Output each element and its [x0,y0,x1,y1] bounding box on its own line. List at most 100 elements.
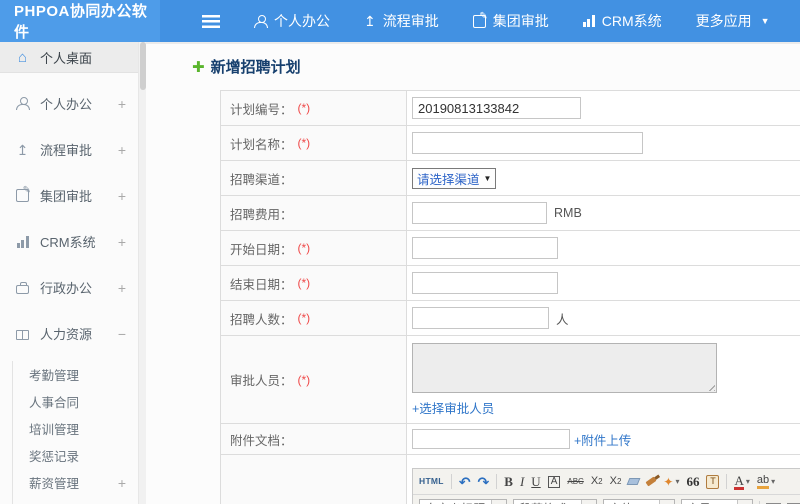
font-color-icon: A [734,472,744,490]
chevron-down-icon: ▼ [659,499,674,504]
form-row-plan-name: 计划名称： (*) [221,126,800,161]
font-family-dropdown[interactable]: 字体 ▼ [603,498,675,504]
sidebar-item-personal-desktop[interactable]: ⌂ 个人桌面 [0,42,138,73]
form-row-plan-no: 计划编号： (*) [221,91,800,126]
approver-textarea[interactable] [412,343,717,393]
sidebar-item-workflow-approval[interactable]: ↥ 流程审批 + [0,134,138,165]
sidebar-item-group-approval[interactable]: 集团审批 + [0,180,138,211]
form-row-headcount: 招聘人数： (*) 人 [221,301,800,336]
bar-chart-icon [582,15,595,27]
eraser-button[interactable] [626,478,641,485]
paragraph-format-dropdown[interactable]: 段落格式 ▼ [513,498,597,504]
sidebar-item-human-resources[interactable]: 人力资源 − [0,318,138,349]
form-row-attachment: 附件文档： +附件上传 [221,424,800,455]
field-label: 招聘人数： [230,312,293,327]
form-row-approver: 审批人员： (*) +选择审批人员 [221,336,800,424]
form-row-editor: HTML ↶ ↷ B I U A ABC X2 X 2 ✦ ▾ 66 T A ▾… [221,455,800,504]
nav-group-approval[interactable]: 集团审批 [472,11,549,31]
fee-input[interactable] [412,202,547,224]
nav-crm-system[interactable]: CRM系统 [582,11,662,31]
nav-more-apps[interactable]: 更多应用 ▼ [696,11,770,31]
collapse-icon[interactable]: − [118,326,126,342]
toolbar-separator [726,474,728,489]
sidebar-item-label: 招聘管理 [29,500,118,504]
sidebar-item-training[interactable]: 培训管理 [13,415,138,442]
sidebar: ⌂ 个人桌面 个人办公 + ↥ 流程审批 + 集团审批 + CRM系统 + 行政… [0,42,138,504]
field-label: 审批人员： [230,374,293,388]
paste-text-button[interactable]: T [706,474,720,489]
subscript-button[interactable]: X2 [610,476,622,487]
strikethrough-button[interactable]: ABC [567,477,583,486]
hamburger-menu-icon[interactable] [202,14,220,28]
nav-personal-office[interactable]: 个人办公 [254,11,330,31]
clipboard-icon: T [706,474,720,489]
nav-workflow-approval[interactable]: ↥ 流程审批 [364,11,439,31]
chevron-down-icon: ▼ [737,499,752,504]
required-mark: (*) [297,372,311,387]
form-row-end-date: 结束日期： (*) [221,266,800,301]
bold-button[interactable]: B [504,475,513,488]
italic-button[interactable]: I [520,475,524,488]
font-color-button[interactable]: A ▾ [734,472,750,490]
expand-icon[interactable]: + [118,188,126,204]
magic-wand-icon: ✦ [663,474,674,489]
border-text-button[interactable]: A [547,475,561,488]
undo-button[interactable]: ↶ [459,475,471,489]
main-content: ✚ 新增招聘计划 计划编号： (*) 计划名称： (*) [146,42,800,504]
expand-icon[interactable]: + [118,234,126,250]
channel-select[interactable]: 请选择渠道 ▼ [412,167,497,189]
sidebar-item-label: 集团审批 [40,189,93,204]
plan-name-input[interactable] [412,132,643,154]
form-row-fee: 招聘费用： RMB [221,196,800,231]
redo-button[interactable]: ↷ [478,475,490,489]
sidebar-item-hr-contract[interactable]: 人事合同 [13,388,138,415]
select-approver-link[interactable]: +选择审批人员 [412,398,494,417]
html-source-button[interactable]: HTML [419,477,444,486]
nav-label: 流程审批 [382,13,439,29]
end-date-input[interactable] [412,272,558,294]
headcount-input[interactable] [412,307,549,329]
sidebar-item-reward-punishment[interactable]: 奖惩记录 [13,442,138,469]
required-mark: (*) [297,241,311,255]
custom-title-dropdown[interactable]: 自定义标题 ▼ [419,498,507,504]
blockquote-button[interactable]: 66 [686,475,699,488]
font-size-dropdown[interactable]: 字号 ▼ [681,498,753,504]
sidebar-item-recruit-mgmt[interactable]: 招聘管理 − [13,496,138,504]
attachment-upload-link[interactable]: +附件上传 [574,430,631,449]
sidebar-item-salary[interactable]: 薪资管理 + [13,469,138,496]
auto-typeset-button[interactable]: ✦ ▾ [663,476,679,488]
sidebar-item-label: 个人办公 [40,97,93,112]
expand-icon[interactable]: + [118,142,126,158]
sidebar-item-label: 奖惩记录 [29,450,80,464]
resize-handle[interactable] [706,382,715,391]
attachment-input[interactable] [412,429,570,449]
form-row-channel: 招聘渠道： 请选择渠道 ▼ [221,161,800,196]
briefcase-icon [14,281,31,294]
nav-label: 更多应用 [695,13,752,29]
start-date-input[interactable] [412,237,558,259]
format-painter-button[interactable] [645,476,657,487]
brush-icon [645,476,657,487]
plan-no-input[interactable] [412,97,581,119]
top-nav: 个人办公 ↥ 流程审批 集团审批 CRM系统 更多应用 ▼ [254,11,770,31]
sidebar-item-personal-office[interactable]: 个人办公 + [0,88,138,119]
home-icon: ⌂ [17,48,28,66]
expand-icon[interactable]: + [118,280,126,296]
top-header: PHPOA协同办公软件 个人办公 ↥ 流程审批 集团审批 CRM系统 更多应用 … [0,0,800,42]
sidebar-item-crm-system[interactable]: CRM系统 + [0,226,138,257]
expand-icon[interactable]: + [118,96,126,112]
sidebar-item-label: 考勤管理 [29,369,80,383]
sidebar-item-attendance[interactable]: 考勤管理 [13,361,138,388]
sidebar-item-label: 人事合同 [29,396,80,410]
scrollbar-thumb[interactable] [140,42,146,90]
superscript-button[interactable]: X2 [591,476,603,487]
highlight-color-button[interactable]: ab ▾ [756,474,775,489]
sidebar-scrollbar[interactable] [138,42,146,504]
required-mark: (*) [297,101,311,115]
share-icon: ↥ [364,13,376,29]
expand-icon[interactable]: + [118,475,126,491]
sidebar-item-admin-office[interactable]: 行政办公 + [0,272,138,303]
underline-button[interactable]: U [531,475,540,488]
chevron-down-icon: ▼ [760,16,770,26]
sidebar-item-label: 培训管理 [29,423,80,437]
